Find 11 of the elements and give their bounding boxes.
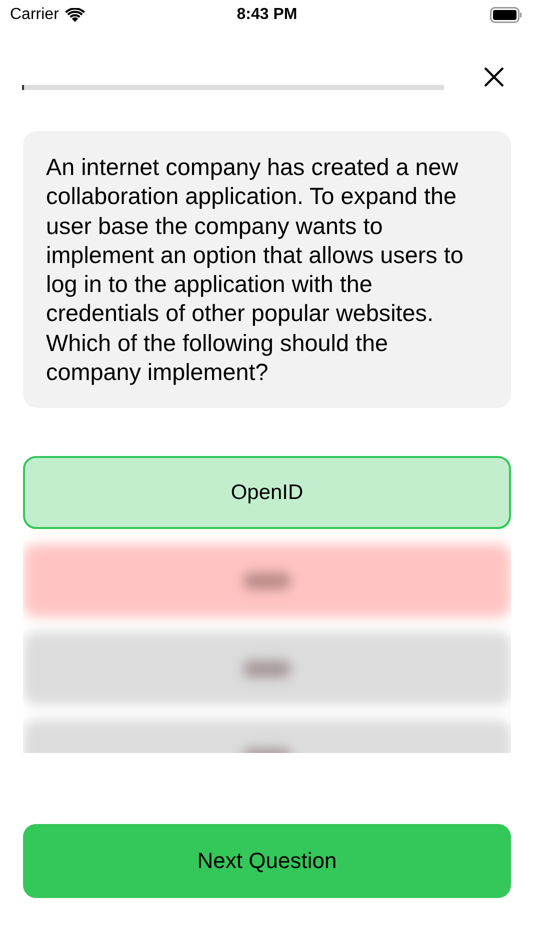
next-question-button[interactable]: Next Question (23, 824, 511, 898)
carrier-label: Carrier (10, 6, 59, 24)
battery-icon (490, 7, 522, 23)
wifi-icon (64, 8, 85, 22)
question-text: An internet company has created a new collaboration application. To expand the user base the company wants to implement an option that allows users to log in to the application with the credentials of other popular websites. Which of the following should the company implement? (46, 153, 464, 388)
close-button[interactable] (482, 65, 506, 89)
answer-option[interactable]: OpenID (23, 456, 511, 530)
blurred-answer-option[interactable] (23, 544, 511, 618)
clock-time: 8:43 PM (236, 6, 298, 24)
close-icon (483, 66, 505, 88)
blurred-answer-option[interactable] (23, 632, 511, 706)
